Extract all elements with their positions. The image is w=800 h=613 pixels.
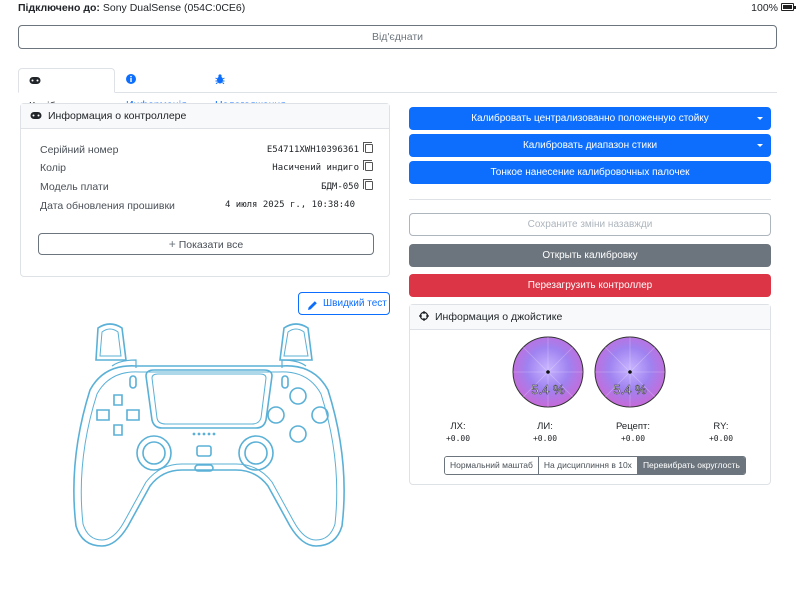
tab-information[interactable]: Информація xyxy=(116,68,208,111)
plus-icon: + xyxy=(168,237,176,251)
gamepad-icon xyxy=(30,105,42,129)
info-key: Модель плати xyxy=(40,181,109,193)
axis-label-ly: ЛИ: xyxy=(537,421,553,432)
info-key: Дата обновления прошивки xyxy=(40,200,175,212)
device-name: Sony DualSense (054C:0CE6) xyxy=(102,2,246,14)
calibrate-range-button[interactable]: Калибровать диапазон стики xyxy=(409,134,771,157)
info-value: БДМ-050 xyxy=(321,182,359,192)
battery-percent: 100% xyxy=(751,2,778,14)
fine-tune-button[interactable]: Тонкое нанесение калибровочных палочек xyxy=(409,161,771,184)
fine-tune-label: Тонкое нанесение калибровочных палочек xyxy=(490,167,690,178)
copy-icon[interactable] xyxy=(363,142,373,153)
controller-info-card: Информация о контроллере Серійний номер … xyxy=(20,103,390,277)
joystick-info-header: Информация о джойстике xyxy=(410,305,770,330)
info-row-color: Колір Насичений индиго xyxy=(40,160,373,178)
info-value: 4 июля 2025 г., 10:38:40 xyxy=(224,200,355,210)
axis-value-lx: +0.00 xyxy=(445,434,471,443)
calibrate-center-label: Калибровать централизованно положенную с… xyxy=(471,113,709,124)
joystick-info-title: Информация о джойстике xyxy=(435,311,563,323)
caret-down-icon xyxy=(757,117,763,120)
info-row-serial: Серійний номер E54711XWH10396361 xyxy=(40,142,373,160)
mode-normal-scale[interactable]: Нормальний маштаб xyxy=(445,457,539,474)
controller-info-title: Информация о контроллере xyxy=(48,110,187,122)
axis-label-ry: RY: xyxy=(713,421,729,432)
quick-test-label: Швидкий тест xyxy=(323,298,387,309)
info-value: Насичений индиго xyxy=(272,163,359,173)
info-key: Серійний номер xyxy=(40,144,119,156)
info-row-board-model: Модель плати БДМ-050 xyxy=(40,179,373,197)
gamepad-icon xyxy=(29,70,41,94)
right-stick-percent: 5.4 % xyxy=(613,382,647,397)
connected-label: Підключено до: xyxy=(18,2,100,14)
calibrate-center-button[interactable]: Калибровать централизованно положенную с… xyxy=(409,107,771,130)
info-value: E54711XWH10396361 xyxy=(266,145,359,155)
copy-icon[interactable] xyxy=(363,179,373,190)
crosshair-icon xyxy=(419,306,429,330)
axis-value-ly: +0.00 xyxy=(532,434,558,443)
display-mode-group: Нормальний маштаб На дисциплиння в 10х П… xyxy=(444,456,746,475)
show-all-button[interactable]: + Показати все xyxy=(38,233,374,255)
tab-calibration[interactable]: Калібрування xyxy=(18,68,115,112)
mode-10x-zoom[interactable]: На дисциплиння в 10х xyxy=(538,457,638,474)
left-stick-circle: 5.4 % xyxy=(512,336,584,408)
divider xyxy=(409,199,771,200)
info-row-firmware-date: Дата обновления прошивки 4 июля 2025 г.,… xyxy=(40,200,373,216)
pencil-icon xyxy=(307,298,318,319)
status-bar: Підключено до: Sony DualSense (054C:0CE6… xyxy=(0,0,800,16)
tab-bar: Калібрування Информація Налагодження xyxy=(18,68,777,112)
controller-illustration xyxy=(73,323,345,547)
controller-info-header: Информация о контроллере xyxy=(21,104,389,129)
copy-icon[interactable] xyxy=(363,160,373,171)
info-key: Колір xyxy=(40,162,67,174)
bug-icon xyxy=(215,69,225,93)
mode-check-circularity[interactable]: Перевибрать округлость xyxy=(637,457,745,474)
axis-label-lx: ЛХ: xyxy=(450,421,466,432)
connection-status: Підключено до: Sony DualSense (054C:0CE6… xyxy=(18,2,245,14)
left-stick-percent: 5.4 % xyxy=(531,382,565,397)
open-calibration-button[interactable]: Открыть калибровку xyxy=(409,244,771,267)
battery-icon xyxy=(781,3,796,11)
axis-value-rx: +0.00 xyxy=(620,434,646,443)
tab-debugging[interactable]: Налагодження xyxy=(205,68,305,111)
quick-test-button[interactable]: Швидкий тест xyxy=(298,292,390,315)
calibrate-range-label: Калибровать диапазон стики xyxy=(522,140,658,151)
reboot-controller-button[interactable]: Перезагрузить контроллер xyxy=(409,274,771,297)
axis-label-rx: Рецепт: xyxy=(616,421,650,432)
axis-value-ry: +0.00 xyxy=(708,434,734,443)
show-all-label: Показати все xyxy=(178,239,244,251)
caret-down-icon xyxy=(757,144,763,147)
info-icon xyxy=(126,69,136,93)
right-stick-circle: 5.4 % xyxy=(594,336,666,408)
save-permanently-button[interactable]: Сохраните зміни назавжди xyxy=(409,213,771,236)
disconnect-button[interactable]: Від'єднати xyxy=(18,25,777,49)
